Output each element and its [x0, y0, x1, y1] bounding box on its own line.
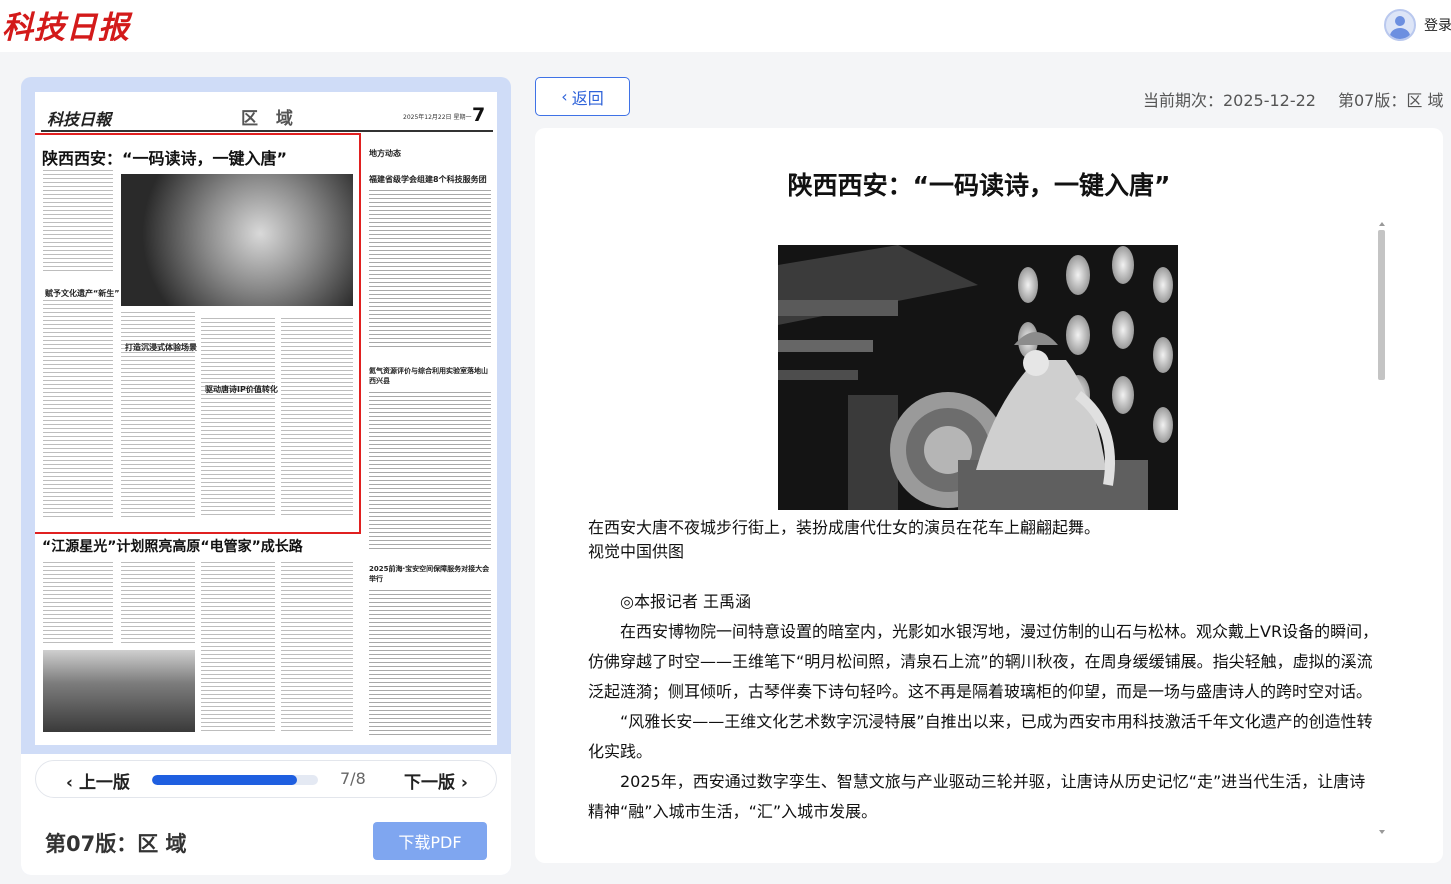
np-text-column [369, 190, 491, 350]
article-photo-graphic [778, 245, 1178, 510]
np-side-heading: 地方动态 [369, 149, 401, 158]
article-paragraph: 在西安博物院一间特意设置的暗室内，光影如水银泻地，漫过仿制的山石与松林。观众戴上… [588, 622, 1379, 701]
newspaper-date: 2025年12月22日 星期一 [403, 114, 472, 121]
scroll-down-arrow-icon[interactable] [1379, 830, 1385, 834]
selected-article-highlight[interactable] [35, 133, 361, 534]
page-progress-bar [152, 775, 318, 785]
article-byline: ◎本报记者 王禹涵 [620, 592, 752, 611]
article-scrollbar[interactable] [1378, 230, 1385, 380]
site-logo[interactable]: 科技日报 [2, 2, 130, 47]
np-text-column [121, 562, 195, 646]
scroll-up-arrow-icon[interactable] [1379, 222, 1385, 226]
back-button-label: 返回 [571, 88, 604, 108]
newspaper-masthead: 科技日報 [47, 110, 112, 129]
np-side-heading: 氦气资源评价与综合利用实验室落地山西兴县 [369, 367, 488, 385]
np-text-column [201, 562, 275, 734]
article-photo [778, 245, 1178, 510]
chevron-right-icon: › [455, 773, 468, 793]
page-progress-fill [152, 775, 298, 785]
article-content[interactable]: 在西安大唐不夜城步行街上，装扮成唐代仕女的演员在花车上翩翩起舞。 视觉中国供图 … [588, 245, 1380, 838]
page-preview-panel: 科技日報 区 域 2025年12月22日 星期一 7 陕西西安：“一码读诗，一键… [21, 77, 511, 875]
next-page-label: 下一版 [404, 773, 455, 793]
prev-page-label: 上一版 [78, 773, 130, 793]
user-login[interactable]: 登录 [1384, 7, 1451, 43]
newspaper-page-image[interactable]: 科技日報 区 域 2025年12月22日 星期一 7 陕西西安：“一码读诗，一键… [35, 92, 497, 745]
edition-label: 第07版：区 域 [45, 832, 187, 856]
download-pdf-button[interactable]: 下载PDF [373, 822, 487, 860]
np-text-column [281, 562, 353, 734]
np-text-column [369, 392, 491, 552]
page-pager: ‹ 上一版 7/8 下一版 › [35, 760, 497, 798]
issue-edition: 第07版：区 域 [1338, 91, 1444, 110]
chevron-left-icon: ‹ [66, 773, 79, 793]
article-paragraph: “风雅长安——王维文化艺术数字沉浸特展”自推出以来，已成为西安市用科技激活千年文… [588, 712, 1373, 761]
photo-credit: 视觉中国供图 [588, 542, 685, 561]
photo-caption-text: 在西安大唐不夜城步行街上，装扮成唐代仕女的演员在花车上翩翩起舞。 [588, 518, 1101, 537]
page-count: 7/8 [340, 769, 366, 788]
newspaper-section-title: 区 域 [241, 109, 299, 129]
article-panel: 陕西西安：“一码读诗，一键入唐” 在西安大唐不夜城步行街上，装扮成唐代仕女的演员… [535, 128, 1443, 863]
article-body: ◎本报记者 王禹涵 在西安博物院一间特意设置的暗室内，光影如水银泻地，漫过仿制的… [588, 587, 1380, 827]
top-bar: 科技日报 登录 [0, 0, 1451, 52]
np-side-heading: 福建省级学会组建8个科技服务团 [369, 175, 487, 184]
masthead-rule [41, 130, 493, 132]
np-photo-second [43, 650, 195, 732]
login-link[interactable]: 登录 [1424, 15, 1451, 35]
article-title: 陕西西安：“一码读诗，一键入唐” [787, 171, 1171, 200]
user-avatar-icon[interactable] [1384, 9, 1416, 41]
np-side-heading: 2025前海·宝安空间保障服务对接大会举行 [369, 565, 490, 583]
np-text-column [369, 590, 491, 738]
np-text-column [43, 562, 113, 646]
article-paragraph: 2025年，西安通过数字孪生、智慧文旅与产业驱动三轮并驱，让唐诗从历史记忆“走”… [588, 772, 1366, 821]
next-page-button[interactable]: 下一版 › [404, 768, 468, 793]
photo-caption: 在西安大唐不夜城步行街上，装扮成唐代仕女的演员在花车上翩翩起舞。 视觉中国供图 [588, 516, 1380, 564]
issue-info: 当前期次：2025-12-22 第07版：区 域 [1143, 87, 1443, 111]
issue-date: 当前期次：2025-12-22 [1143, 91, 1316, 110]
chevron-left-icon: ‹ [561, 87, 568, 106]
back-button[interactable]: ‹ 返回 [535, 77, 630, 116]
prev-page-button[interactable]: ‹ 上一版 [66, 768, 130, 793]
newspaper-page-number: 7 [472, 104, 486, 126]
np-headline-second: “江源星光”计划照亮高原“电管家”成长路 [42, 539, 303, 555]
